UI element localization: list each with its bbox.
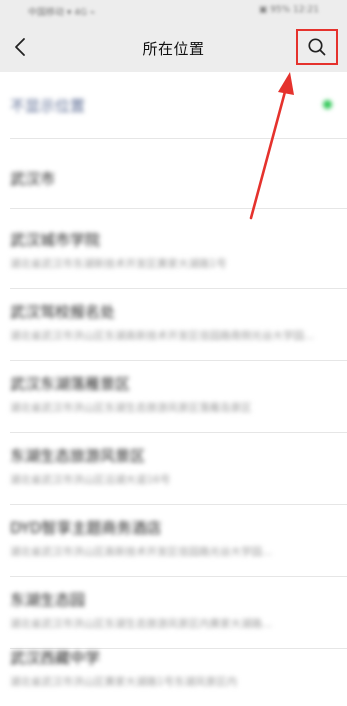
list-item[interactable]: DYD智享主题商务酒店 湖北省武汉市洪山区高新技术开发区佳园路光谷大学园...	[0, 506, 347, 578]
battery-clock: ▣ 95% 12:21	[258, 5, 319, 15]
place-address: 湖北省武汉市洪山区东湖生态旅游风景区内黄家大湖路...	[10, 618, 273, 630]
divider	[10, 432, 347, 433]
divider	[10, 504, 347, 505]
list-item[interactable]: 武汉城市学院 湖北省武汉市东湖新技术开发区黄家大湖路1号	[0, 218, 347, 290]
place-address: 湖北省武汉市东湖新技术开发区黄家大湖路1号	[10, 258, 227, 270]
status-bar: 中国移动 ▾ 4G ⌁ ▣ 95% 12:21	[0, 0, 347, 22]
place-address: 湖北省武汉市洪山区东湖生态旅游风景区落雁岛景区	[10, 402, 252, 414]
location-picker-screen: 中国移动 ▾ 4G ⌁ ▣ 95% 12:21 所在位置 不显示位置 武汉市 武…	[0, 0, 347, 706]
list-item[interactable]: 武汉驾校报名处 湖北省武汉市洪山区东湖高新技术开发区佳园路南侧光谷大学园...	[0, 290, 347, 362]
place-name: 武汉驾校报名处	[10, 303, 116, 321]
divider	[10, 288, 347, 289]
list-item-city[interactable]: 武汉市	[0, 138, 347, 208]
divider	[10, 360, 347, 361]
city-label: 武汉市	[10, 170, 56, 188]
place-name: 东湖生态园	[10, 591, 86, 609]
place-address: 湖北省武汉市洪山区黄家大湖路1号东湖风景区内	[10, 676, 238, 688]
list-item[interactable]: 武汉西藏中学 湖北省武汉市洪山区黄家大湖路1号东湖风景区内	[0, 636, 347, 706]
place-name: 武汉东湖落雁景区	[10, 375, 131, 393]
carrier-signal: 中国移动 ▾ 4G ⌁	[28, 8, 96, 18]
place-name: 武汉西藏中学	[10, 649, 101, 667]
list-item[interactable]: 东湖生态旅游风景区 湖北省武汉市洪山区沿湖大道16号	[0, 434, 347, 506]
list-item-no-location[interactable]: 不显示位置	[0, 72, 347, 138]
place-address: 湖北省武汉市洪山区高新技术开发区佳园路光谷大学园...	[10, 546, 273, 558]
divider	[10, 208, 347, 209]
place-name: 东湖生态旅游风景区	[10, 447, 146, 465]
no-location-label: 不显示位置	[10, 97, 86, 115]
search-icon	[308, 38, 326, 56]
search-button[interactable]	[296, 29, 338, 65]
place-address: 湖北省武汉市洪山区沿湖大道16号	[10, 474, 171, 486]
selected-check-icon	[323, 100, 332, 109]
page-title: 所在位置	[142, 40, 205, 58]
place-name: DYD智享主题商务酒店	[10, 519, 162, 537]
place-address: 湖北省武汉市洪山区东湖高新技术开发区佳园路南侧光谷大学园...	[10, 330, 315, 342]
divider	[10, 576, 347, 577]
navigation-bar: 所在位置	[0, 22, 347, 72]
place-name: 武汉城市学院	[10, 231, 101, 249]
list-item[interactable]: 武汉东湖落雁景区 湖北省武汉市洪山区东湖生态旅游风景区落雁岛景区	[0, 362, 347, 434]
